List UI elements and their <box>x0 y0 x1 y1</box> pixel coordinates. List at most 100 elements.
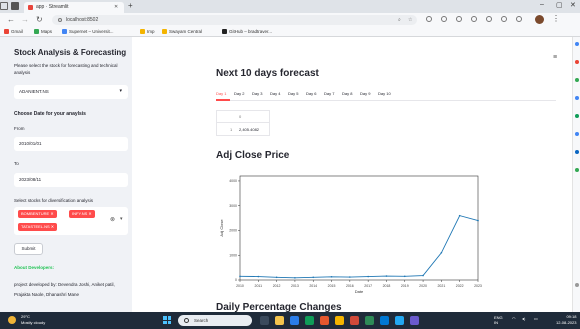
tab-day-2[interactable]: Day 2 <box>234 91 244 96</box>
side-panel-icon-8[interactable] <box>575 168 579 172</box>
new-tab-icon[interactable]: + <box>128 2 133 10</box>
to-date-input[interactable]: 2023/08/11 <box>14 173 128 187</box>
bookmark-swayam[interactable]: Swayam Central <box>162 29 202 34</box>
extensions-puzzle-icon[interactable] <box>486 16 492 22</box>
forecast-table[interactable]: 0 1 2,405.4082 <box>216 110 270 136</box>
day-tabs: Day 1 Day 2 Day 3 Day 4 Day 5 Day 6 Day … <box>216 88 556 101</box>
weather-widget[interactable]: 29°C Mostly cloudy <box>21 314 45 326</box>
tab-day-4[interactable]: Day 4 <box>270 91 280 96</box>
chevron-down-icon[interactable]: ▾ <box>120 216 123 222</box>
site-info-icon[interactable] <box>58 18 62 22</box>
data-point <box>239 275 241 278</box>
side-panel-icon-6[interactable] <box>575 132 579 136</box>
stock-select[interactable]: ADANIENT.NS ▾ <box>14 85 128 99</box>
side-panel-icon-5[interactable] <box>575 114 579 118</box>
stock-select-label: Please select the stock for forecasting … <box>14 63 118 75</box>
app-icon-5[interactable] <box>410 316 419 325</box>
downloads-icon[interactable] <box>501 16 507 22</box>
profile-avatar[interactable] <box>535 15 544 24</box>
clock[interactable]: 09:18 12-08-2023 <box>556 314 576 326</box>
bookmark-star-icon[interactable]: ☆ <box>408 17 412 23</box>
network-icon[interactable]: ◠ <box>512 316 516 321</box>
folder-icon <box>140 29 145 34</box>
submit-button[interactable]: Submit <box>14 243 43 255</box>
bookmark-github[interactable]: GitHub – bradtraver... <box>222 29 272 34</box>
clear-all-icon[interactable]: ⊗ <box>110 216 115 223</box>
sidepanel-icon[interactable] <box>516 16 522 22</box>
extension-icon-3[interactable] <box>456 16 462 22</box>
task-view-icon[interactable] <box>260 316 269 325</box>
tab-day-3[interactable]: Day 3 <box>252 91 262 96</box>
tab-day-7[interactable]: Day 7 <box>324 91 334 96</box>
tag-tatasteel[interactable]: TATASTEEL.NS ✕ <box>18 223 58 231</box>
tab-day-6[interactable]: Day 6 <box>306 91 316 96</box>
data-point <box>440 251 443 254</box>
bookmark-gmail[interactable]: Gmail <box>4 29 23 34</box>
volume-icon[interactable]: ◂) <box>522 316 525 321</box>
from-label: From <box>14 126 25 131</box>
back-icon[interactable]: ← <box>7 15 15 25</box>
app-icon-2[interactable] <box>320 316 329 325</box>
file-explorer-icon[interactable] <box>275 316 284 325</box>
zoom-icon[interactable]: ⌕ <box>398 17 401 23</box>
browser-menu-icon[interactable]: ⋮ <box>552 14 560 23</box>
y-tick-label: 2000 <box>229 229 237 233</box>
y-tick-label: 1000 <box>229 253 237 257</box>
side-panel-icon-1[interactable] <box>575 42 579 46</box>
vscode-icon[interactable] <box>395 316 404 325</box>
folder-icon <box>162 29 167 34</box>
tab-close-icon[interactable]: ✕ <box>114 4 118 10</box>
language-indicator[interactable]: ENG IN <box>494 315 503 325</box>
forward-icon[interactable]: → <box>21 15 29 25</box>
battery-icon[interactable]: ▭ <box>534 316 538 321</box>
reload-icon[interactable]: ↻ <box>36 15 43 25</box>
tag-infy[interactable]: INFY.NS ✕ <box>69 210 95 218</box>
edge-icon[interactable] <box>380 316 389 325</box>
tab-day-8[interactable]: Day 8 <box>342 91 352 96</box>
mail-icon[interactable] <box>290 316 299 325</box>
temperature: 29°C <box>21 314 30 319</box>
browser-tab[interactable]: app · Streamlit ✕ <box>24 2 124 13</box>
close-window-icon[interactable]: ✕ <box>570 1 576 9</box>
app-icon-4[interactable] <box>365 316 374 325</box>
from-date-value: 2010/01/01 <box>19 141 42 146</box>
address-bar[interactable]: localhost:8502 ⌕ ☆ <box>52 15 417 25</box>
start-button[interactable] <box>163 316 171 324</box>
time: 09:18 <box>566 314 577 319</box>
side-panel-icon-3[interactable] <box>575 78 579 82</box>
taskbar-search[interactable]: Search <box>178 315 252 326</box>
side-panel-icon-4[interactable] <box>575 96 579 100</box>
tab-day-10[interactable]: Day 10 <box>378 91 391 96</box>
tab-day-5[interactable]: Day 5 <box>288 91 298 96</box>
app-icon-3[interactable] <box>350 316 359 325</box>
url-text: localhost:8502 <box>66 17 99 23</box>
tab-actions-icon[interactable] <box>11 2 19 10</box>
from-date-input[interactable]: 2010/01/01 <box>14 137 128 151</box>
side-panel-icon-7[interactable] <box>575 150 579 154</box>
bookmark-maps[interactable]: Maps <box>34 29 52 34</box>
adj-close-chart[interactable]: 2010 2011 2012 2013 2014 2015 2016 2017 2018 2019… <box>216 168 488 296</box>
side-panel-settings-icon[interactable] <box>575 283 579 287</box>
weather-icon[interactable] <box>8 316 16 324</box>
x-tick-label: 2016 <box>346 284 354 288</box>
extension-icon-2[interactable] <box>441 16 447 22</box>
side-panel-icon-2[interactable] <box>575 60 579 64</box>
minimize-icon[interactable]: – <box>540 1 544 8</box>
maximize-icon[interactable]: ▢ <box>556 1 563 9</box>
window-menu-icon[interactable] <box>0 2 8 10</box>
diversify-label: Select stocks for diversification analys… <box>14 198 94 203</box>
data-point <box>458 214 461 217</box>
forecast-heading: Next 10 days forecast <box>216 68 319 79</box>
diversify-multiselect[interactable]: BOMBENTURE ✕ INFY.NS ✕ TATASTEEL.NS ✕ ⊗ … <box>14 207 128 235</box>
tag-bombenture[interactable]: BOMBENTURE ✕ <box>18 210 57 218</box>
bookmark-imp[interactable]: Imp <box>140 29 155 34</box>
app-menu-icon[interactable]: ≡ <box>553 54 557 61</box>
bookmark-supernet[interactable]: Supernet – Universit... <box>62 29 114 34</box>
y-tick-label: 3000 <box>229 204 237 208</box>
tab-day-1[interactable]: Day 1 <box>216 91 226 96</box>
extension-icon-1[interactable] <box>426 16 432 22</box>
extension-icon-4[interactable] <box>471 16 477 22</box>
tab-day-9[interactable]: Day 9 <box>360 91 370 96</box>
app-icon-1[interactable] <box>305 316 314 325</box>
chrome-icon[interactable] <box>335 316 344 325</box>
